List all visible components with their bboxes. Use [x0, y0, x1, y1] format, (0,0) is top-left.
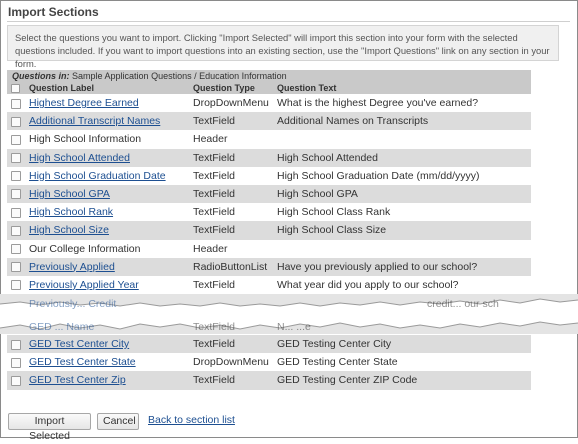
torn-fragment-upper-left: Previously... Credit [29, 298, 117, 310]
column-question-type: Question Type [193, 83, 255, 93]
column-question-label: Question Label [29, 83, 95, 93]
question-type: TextField [193, 338, 236, 350]
question-type: TextField [193, 187, 236, 200]
cancel-button[interactable]: Cancel [97, 413, 139, 430]
question-type: TextField [193, 115, 236, 128]
question-type: TextField [193, 151, 236, 164]
questions-in-label: Questions in: [12, 71, 70, 81]
question-text: Have you previously applied to our schoo… [277, 260, 478, 273]
question-type: TextField [193, 278, 236, 291]
torn-row-upper: Previously... Credit credit... our sch [7, 295, 531, 313]
torn-edge-break: Previously... Credit credit... our sch G… [0, 294, 578, 334]
table-row: GED Test Center City TextField GED Testing… [7, 335, 531, 354]
question-label: Our College Information [29, 242, 141, 255]
question-label-link[interactable]: Highest Degree Earned [29, 94, 139, 112]
torn-fragment-lower-left: GED ... Name [29, 321, 95, 333]
select-all-checkbox[interactable] [11, 83, 20, 93]
instructions-box: Select the questions you want to import.… [7, 25, 559, 69]
questions-table-continued: GED Test Center City TextField GED Testing… [7, 335, 531, 390]
question-type: TextField [193, 374, 236, 387]
question-label: High School Information [29, 133, 142, 146]
question-text: What is the highest Degree you've earned… [277, 97, 479, 109]
question-type: Header [193, 133, 228, 146]
row-checkbox[interactable] [11, 244, 21, 254]
column-header-row: Question Label Question Type Question Te… [7, 82, 531, 94]
questions-table: Questions in: Sample Application Questio… [7, 70, 531, 295]
question-label-link[interactable]: Previously Applied [29, 258, 115, 276]
question-label-link[interactable]: GED Test Center Zip [29, 371, 126, 389]
column-question-text: Question Text [277, 83, 337, 93]
question-type: DropDownMenu [193, 97, 269, 109]
row-checkbox[interactable] [11, 375, 21, 386]
question-type: DropDownMenu [193, 356, 269, 369]
row-checkbox[interactable] [11, 153, 21, 164]
table-body-top: Highest Degree Earned DropDownMenu What is… [7, 94, 531, 295]
row-checkbox[interactable] [11, 134, 21, 145]
question-text: High School Attended [277, 151, 378, 164]
torn-fragment-lower-right: N... ...e [277, 321, 311, 333]
questions-in-value: Sample Application Questions / Education… [69, 71, 287, 81]
back-to-section-list-link[interactable]: Back to section list [148, 414, 235, 426]
table-row: High School Graduation Date TextField High… [7, 166, 531, 185]
row-checkbox[interactable] [11, 207, 21, 218]
question-label-link[interactable]: GED Test Center State [29, 353, 136, 371]
question-label-link[interactable]: GED Test Center City [29, 335, 129, 353]
table-row: High School Attended TextField High School… [7, 148, 531, 167]
question-label-link[interactable]: High School Graduation Date [29, 167, 166, 185]
question-text: High School Class Rank [277, 206, 391, 219]
question-type: Header [193, 242, 228, 255]
row-checkbox[interactable] [11, 171, 21, 182]
row-checkbox[interactable] [11, 189, 21, 200]
row-checkbox[interactable] [11, 116, 21, 127]
questions-in-header: Questions in: Sample Application Questio… [7, 70, 531, 82]
question-type: TextField [193, 206, 236, 219]
question-text: GED Testing Center State [277, 356, 398, 369]
title-divider [7, 21, 570, 22]
row-checkbox[interactable] [11, 280, 21, 291]
row-checkbox[interactable] [11, 262, 21, 273]
question-text: High School GPA [277, 187, 358, 200]
question-type: TextField [193, 169, 236, 182]
table-row: High School GPA TextField High School GPA [7, 184, 531, 204]
torn-fragment-lower-mid: TextField [193, 321, 236, 333]
question-text: Additional Names on Transcripts [277, 115, 429, 128]
question-text: GED Testing Center City [277, 338, 392, 350]
question-label-link[interactable]: High School GPA [29, 185, 110, 203]
row-checkbox[interactable] [11, 225, 21, 236]
torn-fragment-upper-right: credit... our sch [427, 298, 499, 310]
table-row: High School Rank TextField High School Cla… [7, 203, 531, 222]
question-text: High School Graduation Date (mm/dd/yyyy) [277, 169, 480, 182]
question-type: RadioButtonList [193, 260, 268, 273]
question-label-link[interactable]: High School Rank [29, 203, 113, 221]
table-row: Our College Information Header [7, 239, 531, 258]
question-label-link[interactable]: Additional Transcript Names [29, 112, 160, 130]
table-row: Highest Degree Earned DropDownMenu What is… [7, 94, 531, 113]
section-title: Import Sections [8, 5, 99, 19]
question-text: High School Class Size [277, 224, 387, 237]
question-label-link[interactable]: High School Attended [29, 149, 130, 167]
row-checkbox[interactable] [11, 339, 21, 350]
table-row: High School Size TextField High School Cla… [7, 221, 531, 240]
torn-row-lower: GED ... Name TextField N... ...e [7, 318, 531, 334]
table-body-bottom: GED Test Center City TextField GED Testing… [7, 335, 531, 390]
table-row: GED Test Center State DropDownMenu GED Tes… [7, 353, 531, 372]
table-row: Previously Applied Year TextField What yea… [7, 275, 531, 295]
row-checkbox[interactable] [11, 357, 21, 368]
question-text: What year did you apply to our school? [277, 278, 459, 291]
row-checkbox[interactable] [11, 98, 21, 109]
question-label-link[interactable]: Previously Applied Year [29, 276, 139, 294]
table-row: GED Test Center Zip TextField GED Testing … [7, 371, 531, 390]
table-row: Additional Transcript Names TextField Addi… [7, 112, 531, 131]
question-text: GED Testing Center ZIP Code [277, 374, 418, 387]
import-selected-button[interactable]: Import Selected [8, 413, 91, 442]
question-label-link[interactable]: High School Size [29, 221, 109, 239]
table-row: High School Information Header [7, 130, 531, 149]
question-type: TextField [193, 224, 236, 237]
table-row: Previously Applied RadioButtonList Have yo… [7, 257, 531, 276]
